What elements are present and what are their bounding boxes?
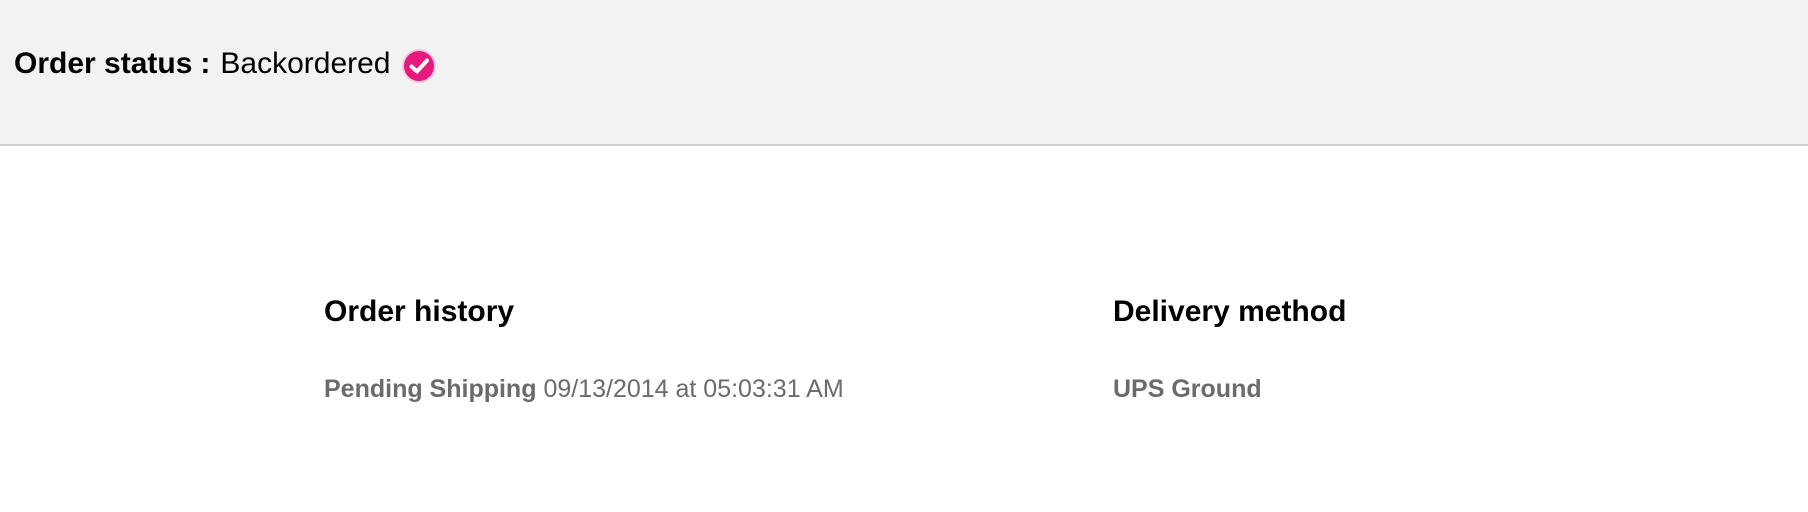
- order-history-entry-status: Pending Shipping: [324, 375, 537, 403]
- order-status-value: Backordered: [220, 47, 391, 80]
- order-status-separator: :: [200, 47, 211, 80]
- order-history-title: Order history: [324, 295, 515, 328]
- check-circle-icon: [401, 48, 437, 84]
- order-history-entry: Pending Shipping 09/13/2014 at 05:03:31 …: [324, 372, 844, 406]
- delivery-method-value: UPS Ground: [1113, 375, 1262, 403]
- order-status-label: Order status: [14, 47, 193, 80]
- order-status-line: Order status : Backordered: [14, 44, 437, 84]
- order-status-bar: Order status : Backordered: [0, 0, 1808, 146]
- delivery-method-section: Delivery method UPS Ground: [1113, 292, 1346, 406]
- order-history-section: Order history Pending Shipping 09/13/201…: [324, 292, 844, 406]
- order-history-entry-timestamp: 09/13/2014 at 05:03:31 AM: [543, 375, 844, 403]
- delivery-method-title: Delivery method: [1113, 295, 1347, 328]
